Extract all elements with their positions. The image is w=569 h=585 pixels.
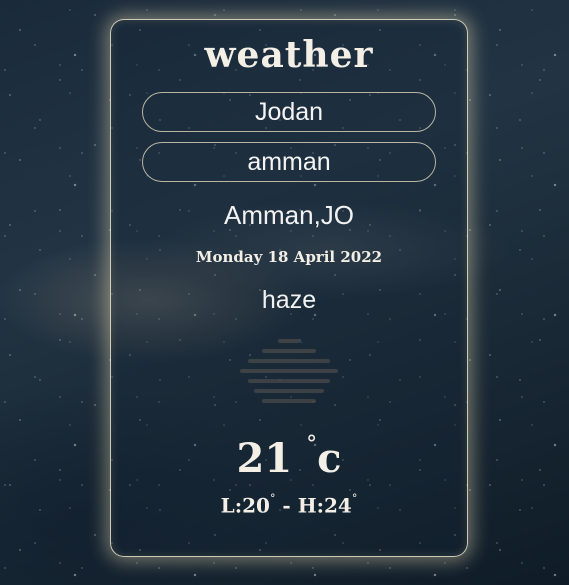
weather-card: weather Amman,JO Monday 18 April 2022 ha… [110, 19, 468, 557]
range-separator: - [275, 493, 298, 518]
country-input[interactable] [142, 92, 436, 132]
degree-symbol: ° [306, 432, 318, 457]
date-label: Monday 18 April 2022 [195, 248, 383, 266]
temperature-range: L:20° - H:24° [111, 492, 467, 517]
high-degree-symbol: ° [351, 492, 358, 505]
location-label: Amman,JO [223, 200, 355, 230]
temperature-value: 21 [236, 434, 293, 482]
app-title: weather [204, 34, 374, 76]
low-temperature: L:20 [220, 493, 270, 518]
city-input[interactable] [142, 142, 436, 182]
haze-icon [240, 339, 338, 403]
temperature-display: 21 °c [111, 432, 467, 482]
condition-label: haze [261, 286, 317, 314]
temperature-unit: c [317, 434, 342, 482]
high-temperature: H:24 [297, 493, 352, 518]
